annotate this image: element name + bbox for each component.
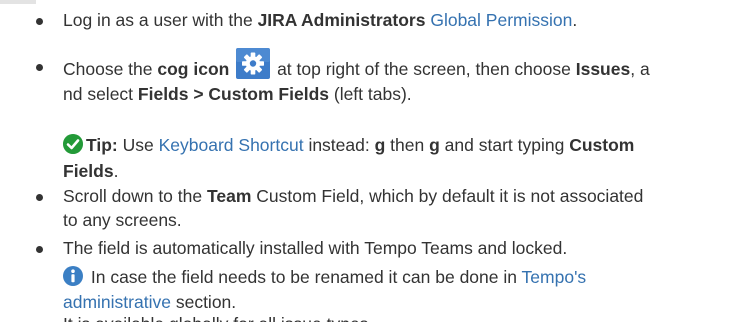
bullet <box>36 246 43 253</box>
item-text: , a <box>630 59 650 79</box>
list-item-continuation: nd select Fields > Custom Fields (left t… <box>63 82 412 107</box>
administrative-link[interactable]: administrative <box>63 292 171 312</box>
item-text: Log in as a user with the <box>63 10 258 30</box>
item-text: Choose the <box>63 59 158 79</box>
item-text: Custom Field, which by default it is not… <box>251 186 644 206</box>
list-item: It is available globally for all issue t… <box>63 312 747 322</box>
list-item: Log in as a user with the JIRA Administr… <box>36 8 747 33</box>
punctuation: . <box>572 10 578 30</box>
list-item: Scroll down to the Team Custom Field, wh… <box>36 184 747 209</box>
documentation-page: Log in as a user with the JIRA Administr… <box>0 0 747 322</box>
item-text: to any screens. <box>63 210 182 230</box>
tip-note: Tip: Use Keyboard Shortcut instead: g th… <box>63 133 634 158</box>
role-name: JIRA Administrators <box>257 10 426 30</box>
tip-text: instead: <box>303 135 375 155</box>
item-text: nd select <box>63 84 138 104</box>
tip-label: Tip: <box>86 135 118 155</box>
list-item-continuation: to any screens. <box>63 208 182 233</box>
shortcut-key: g <box>374 135 386 155</box>
shortcut-key: g <box>429 135 440 155</box>
item-text: at top right of the screen, then choose <box>272 59 576 79</box>
top-divider <box>0 0 36 4</box>
item-text: (left tabs). <box>329 84 412 104</box>
tip-note-continuation: Fields. <box>63 159 118 184</box>
item-text: Scroll down to the <box>63 186 207 206</box>
cog-label: cog icon <box>157 59 230 79</box>
bullet <box>36 194 43 201</box>
custom-fields-term: Fields <box>63 161 114 181</box>
bullet <box>36 64 43 71</box>
tip-text: then <box>385 135 430 155</box>
cog-icon <box>236 48 271 79</box>
tip-text: Use <box>117 135 159 155</box>
keyboard-shortcut-link[interactable]: Keyboard Shortcut <box>159 135 304 155</box>
info-text: section. <box>170 292 237 312</box>
tip-text: and start typing <box>439 135 570 155</box>
tip-check-icon <box>63 134 83 154</box>
info-icon <box>63 266 83 286</box>
issues-label: Issues <box>575 59 631 79</box>
list-item: The field is automatically installed wit… <box>36 236 747 261</box>
item-text: It is available globally for all issue t… <box>63 314 373 322</box>
info-text: In case the field needs to be renamed it… <box>86 267 522 287</box>
global-permission-link[interactable]: Global Permission <box>430 10 572 30</box>
info-note: In case the field needs to be renamed it… <box>63 265 586 290</box>
custom-fields-term: Custom <box>569 135 635 155</box>
custom-fields-path: Fields > Custom Fields <box>137 84 329 104</box>
list-item: Choose the cog icon at top right of the … <box>36 48 747 82</box>
item-text: The field is automatically installed wit… <box>63 238 568 258</box>
bullet <box>36 18 43 25</box>
team-field-label: Team <box>206 186 252 206</box>
tempo-link[interactable]: Tempo's <box>522 267 587 287</box>
punctuation: . <box>113 161 119 181</box>
